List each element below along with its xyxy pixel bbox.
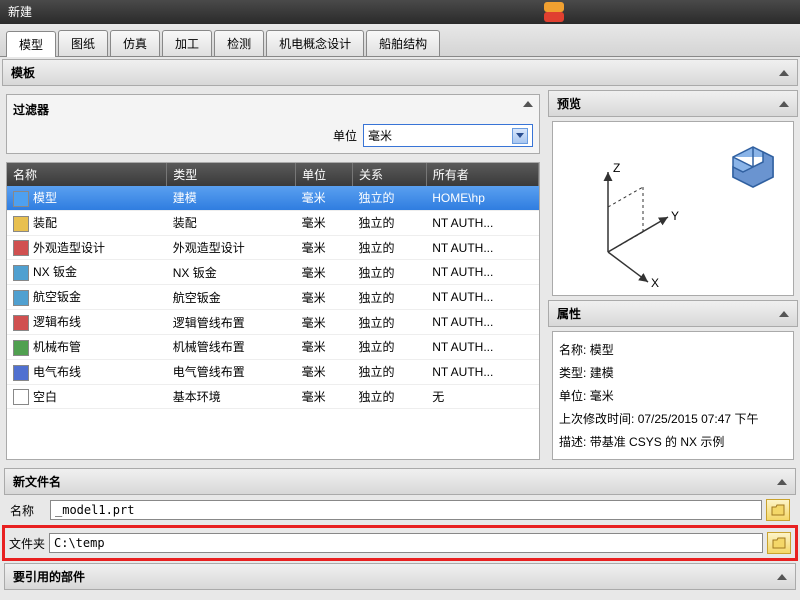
preview-header[interactable]: 预览 — [548, 90, 798, 117]
newfile-header[interactable]: 新文件名 — [4, 468, 796, 495]
prop-name-value: 模型 — [590, 343, 614, 357]
table-row[interactable]: 机械布管机械管线布置毫米独立的NT AUTH... — [7, 334, 539, 359]
refs-label: 要引用的部件 — [13, 568, 85, 585]
template-icon — [13, 191, 29, 207]
preview-viewport[interactable]: Z Y X — [552, 121, 794, 296]
template-icon — [13, 340, 29, 356]
column-header[interactable]: 类型 — [167, 163, 296, 186]
preview-label: 预览 — [557, 95, 581, 112]
table-row[interactable]: NX 钣金NX 钣金毫米独立的NT AUTH... — [7, 260, 539, 285]
template-icon — [13, 240, 29, 256]
prop-unit-value: 毫米 — [590, 389, 614, 403]
browse-folder-button[interactable] — [767, 532, 791, 554]
template-table: 名称类型单位关系所有者 模型建模毫米独立的HOME\hp装配装配毫米独立的NT … — [6, 162, 540, 460]
tab-5[interactable]: 机电概念设计 — [266, 30, 364, 56]
template-icon — [13, 315, 29, 331]
browse-name-button[interactable] — [766, 499, 790, 521]
table-row[interactable]: 模型建模毫米独立的HOME\hp — [7, 186, 539, 210]
filter-panel: 过滤器 单位 毫米 — [6, 94, 540, 154]
folder-icon — [772, 537, 786, 549]
folder-field-label: 文件夹 — [9, 535, 49, 552]
prop-modified-value: 07/25/2015 07:47 下午 — [638, 412, 759, 426]
refs-header[interactable]: 要引用的部件 — [4, 563, 796, 590]
folder-highlight: 文件夹 — [2, 525, 798, 561]
prop-type-label: 类型: — [559, 366, 586, 380]
chevron-up-icon[interactable] — [523, 101, 533, 107]
templates-label: 模板 — [11, 64, 35, 81]
chevron-up-icon — [779, 70, 789, 76]
chevron-up-icon — [777, 479, 787, 485]
unit-dropdown[interactable]: 毫米 — [363, 124, 533, 147]
tab-4[interactable]: 检测 — [214, 30, 264, 56]
column-header[interactable]: 所有者 — [426, 163, 538, 186]
tab-6[interactable]: 船舶结构 — [366, 30, 440, 56]
tab-0[interactable]: 模型 — [6, 31, 56, 57]
chevron-up-icon — [779, 101, 789, 107]
tab-bar: 模型图纸仿真加工检测机电概念设计船舶结构 — [0, 24, 800, 57]
unit-value: 毫米 — [368, 127, 392, 144]
name-field-label: 名称 — [10, 502, 50, 519]
column-header[interactable]: 名称 — [7, 163, 167, 186]
chevron-down-icon — [512, 128, 528, 144]
axes-icon: Z Y X — [573, 162, 683, 292]
svg-text:Y: Y — [671, 209, 679, 223]
table-row[interactable]: 航空钣金航空钣金毫米独立的NT AUTH... — [7, 285, 539, 310]
properties-header[interactable]: 属性 — [548, 300, 798, 327]
template-icon — [13, 389, 29, 405]
prop-desc-value: 带基准 CSYS 的 NX 示例 — [590, 435, 725, 449]
name-input[interactable] — [50, 500, 762, 520]
template-icon — [13, 365, 29, 381]
properties-panel: 名称: 模型 类型: 建模 单位: 毫米 上次修改时间: 07/25/2015 … — [552, 331, 794, 460]
template-icon — [13, 265, 29, 281]
svg-text:Z: Z — [613, 162, 620, 175]
tab-3[interactable]: 加工 — [162, 30, 212, 56]
filter-label: 过滤器 — [13, 101, 49, 118]
table-row[interactable]: 逻辑布线逻辑管线布置毫米独立的NT AUTH... — [7, 310, 539, 335]
folder-input[interactable] — [49, 533, 763, 553]
template-icon — [13, 216, 29, 232]
column-header[interactable]: 关系 — [353, 163, 427, 186]
column-header[interactable]: 单位 — [296, 163, 353, 186]
table-header-row: 名称类型单位关系所有者 — [7, 163, 539, 186]
chevron-up-icon — [779, 311, 789, 317]
model-preview-icon — [723, 132, 783, 192]
prop-type-value: 建模 — [590, 366, 614, 380]
chevron-up-icon — [777, 574, 787, 580]
template-icon — [13, 290, 29, 306]
table-row[interactable]: 电气布线电气管线布置毫米独立的NT AUTH... — [7, 359, 539, 384]
templates-header[interactable]: 模板 — [2, 59, 798, 86]
prop-modified-label: 上次修改时间: — [559, 412, 634, 426]
tab-2[interactable]: 仿真 — [110, 30, 160, 56]
folder-icon — [771, 504, 785, 516]
tab-1[interactable]: 图纸 — [58, 30, 108, 56]
table-row[interactable]: 空白基本环境毫米独立的无 — [7, 384, 539, 409]
newfile-label: 新文件名 — [13, 473, 61, 490]
prop-desc-label: 描述: — [559, 435, 586, 449]
prop-unit-label: 单位: — [559, 389, 586, 403]
prop-name-label: 名称: — [559, 343, 586, 357]
svg-text:X: X — [651, 276, 659, 290]
help-icon[interactable] — [544, 2, 564, 12]
title-bar: 新建 — [0, 0, 800, 24]
table-row[interactable]: 外观造型设计外观造型设计毫米独立的NT AUTH... — [7, 235, 539, 260]
table-row[interactable]: 装配装配毫米独立的NT AUTH... — [7, 210, 539, 235]
properties-label: 属性 — [557, 305, 581, 322]
unit-label: 单位 — [333, 127, 357, 144]
window-title: 新建 — [8, 0, 32, 24]
close-icon[interactable] — [544, 12, 564, 22]
